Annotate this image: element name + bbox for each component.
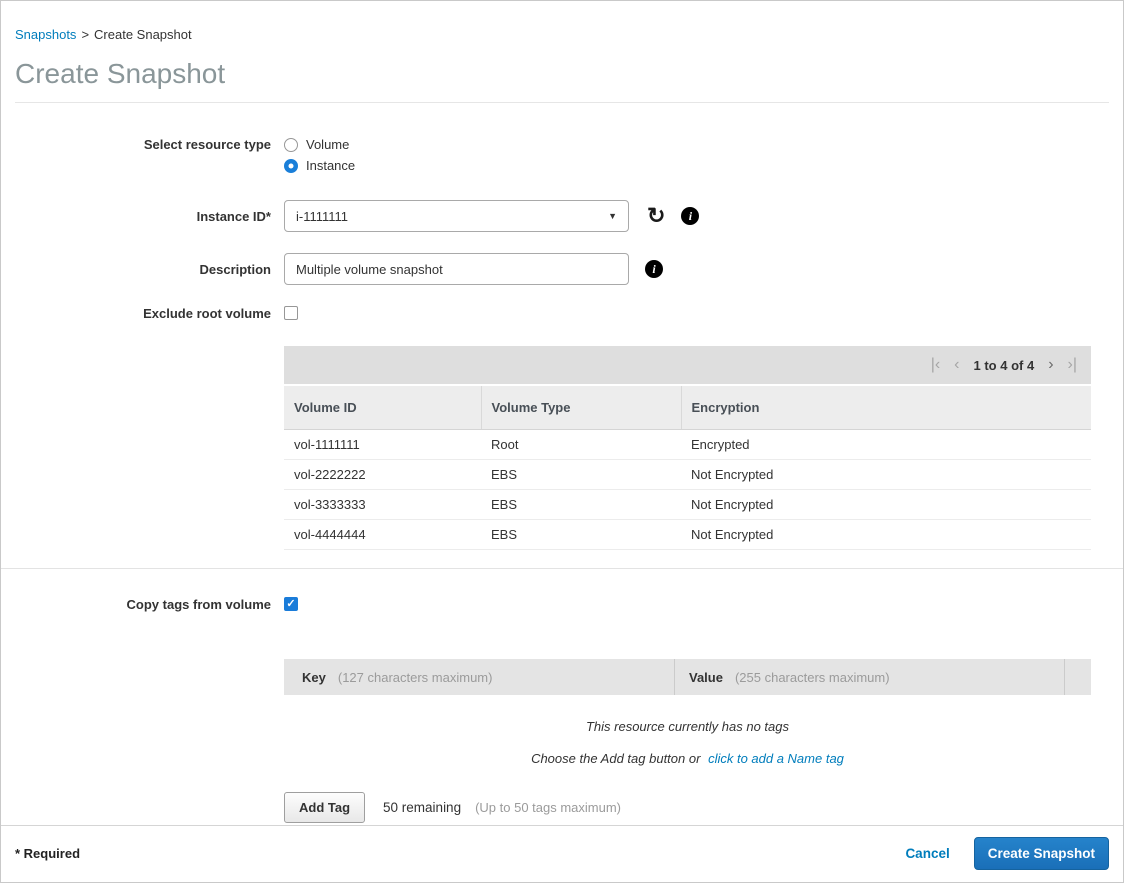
instance-id-label: Instance ID*: [1, 200, 271, 224]
description-info-icon[interactable]: i: [645, 260, 663, 278]
pagination-label: 1 to 4 of 4: [974, 358, 1035, 373]
instance-id-info-icon[interactable]: i: [681, 207, 699, 225]
page-title: Create Snapshot: [1, 42, 1123, 102]
create-snapshot-button[interactable]: Create Snapshot: [974, 837, 1109, 870]
volumes-table: Volume ID Volume Type Encryption vol-111…: [284, 386, 1091, 550]
radio-option-instance[interactable]: Instance: [284, 158, 355, 173]
tags-prompt-text: Choose the Add tag button or: [531, 751, 700, 766]
volume-type-cell: EBS: [481, 460, 681, 490]
tags-key-hint: (127 characters maximum): [338, 670, 493, 685]
tags-actions-column: [1064, 659, 1091, 695]
copy-tags-label: Copy tags from volume: [1, 597, 271, 612]
pagination-bar: |‹ ‹ 1 to 4 of 4 › ›|: [284, 346, 1091, 384]
tags-value-hint: (255 characters maximum): [735, 670, 890, 685]
column-header-volume-id: Volume ID: [284, 386, 481, 430]
tags-key-header: Key: [302, 670, 326, 685]
radio-volume-icon: [284, 138, 298, 152]
table-row: vol-1111111 Root Encrypted: [284, 430, 1091, 460]
volume-id-cell: vol-1111111: [284, 430, 481, 460]
column-header-volume-type: Volume Type: [481, 386, 681, 430]
radio-instance-label: Instance: [306, 158, 355, 173]
column-header-encryption: Encryption: [681, 386, 1091, 430]
create-snapshot-page: Snapshots>Create Snapshot Create Snapsho…: [0, 0, 1124, 883]
footer-bar: * Required Cancel Create Snapshot: [1, 825, 1123, 882]
next-page-icon[interactable]: ›: [1048, 357, 1053, 373]
instance-id-select[interactable]: i-1111111 ▼: [284, 200, 629, 232]
cancel-button[interactable]: Cancel: [905, 846, 949, 861]
tags-table-header: Key (127 characters maximum) Value (255 …: [284, 659, 1091, 695]
table-row: vol-2222222 EBS Not Encrypted: [284, 460, 1091, 490]
breadcrumb-current: Create Snapshot: [94, 27, 192, 42]
exclude-root-label: Exclude root volume: [1, 306, 271, 321]
add-name-tag-link[interactable]: click to add a Name tag: [708, 751, 844, 766]
instance-id-row: Instance ID* i-1111111 ▼ ↻ i: [1, 200, 1123, 232]
tags-max-hint: (Up to 50 tags maximum): [475, 800, 621, 815]
breadcrumb-separator: >: [81, 27, 89, 42]
exclude-root-volume-checkbox[interactable]: [284, 306, 298, 320]
add-tag-row: Add Tag 50 remaining (Up to 50 tags maxi…: [284, 792, 1091, 823]
chevron-down-icon: ▼: [608, 211, 617, 221]
refresh-icon[interactable]: ↻: [647, 205, 665, 227]
tags-empty-message: This resource currently has no tags: [284, 719, 1091, 734]
table-row: vol-3333333 EBS Not Encrypted: [284, 490, 1091, 520]
tags-prompt: Choose the Add tag button or click to ad…: [284, 751, 1091, 766]
description-input[interactable]: [284, 253, 629, 285]
encryption-cell: Not Encrypted: [681, 520, 1091, 550]
prev-page-icon[interactable]: ‹: [954, 357, 959, 373]
add-tag-button[interactable]: Add Tag: [284, 792, 365, 823]
tags-remaining-count: 50 remaining: [383, 800, 461, 815]
copy-tags-row: Copy tags from volume ✓: [1, 597, 1123, 612]
last-page-icon[interactable]: ›|: [1068, 357, 1077, 373]
description-label: Description: [1, 253, 271, 277]
exclude-root-row: Exclude root volume: [1, 306, 1123, 321]
radio-volume-label: Volume: [306, 137, 349, 152]
encryption-cell: Not Encrypted: [681, 460, 1091, 490]
first-page-icon[interactable]: |‹: [931, 357, 940, 373]
copy-tags-checkbox[interactable]: ✓: [284, 597, 298, 611]
volume-id-cell: vol-3333333: [284, 490, 481, 520]
volume-type-cell: EBS: [481, 490, 681, 520]
breadcrumb: Snapshots > Create Snapshot: [1, 1, 1123, 42]
section-divider: [1, 568, 1123, 569]
volume-type-cell: EBS: [481, 520, 681, 550]
volume-id-cell: vol-4444444: [284, 520, 481, 550]
radio-option-volume[interactable]: Volume: [284, 137, 349, 152]
volume-type-cell: Root: [481, 430, 681, 460]
snapshot-form: Select resource type Volume Instance Ins…: [1, 103, 1123, 342]
radio-instance-icon: [284, 159, 298, 173]
volumes-table-header-row: Volume ID Volume Type Encryption: [284, 386, 1091, 430]
tags-value-header: Value: [689, 670, 723, 685]
volumes-table-section: |‹ ‹ 1 to 4 of 4 › ›| Volume ID Volume T…: [284, 346, 1091, 550]
breadcrumb-link-snapshots[interactable]: Snapshots: [15, 27, 76, 42]
table-row: vol-4444444 EBS Not Encrypted: [284, 520, 1091, 550]
encryption-cell: Encrypted: [681, 430, 1091, 460]
volume-id-cell: vol-2222222: [284, 460, 481, 490]
description-row: Description i: [1, 253, 1123, 285]
encryption-cell: Not Encrypted: [681, 490, 1091, 520]
required-note: * Required: [15, 846, 80, 861]
check-icon: ✓: [286, 599, 295, 610]
resource-type-label: Select resource type: [1, 137, 271, 152]
resource-type-row: Select resource type Volume Instance: [1, 137, 1123, 179]
instance-id-value: i-1111111: [296, 209, 348, 224]
tags-section: Key (127 characters maximum) Value (255 …: [284, 659, 1091, 823]
